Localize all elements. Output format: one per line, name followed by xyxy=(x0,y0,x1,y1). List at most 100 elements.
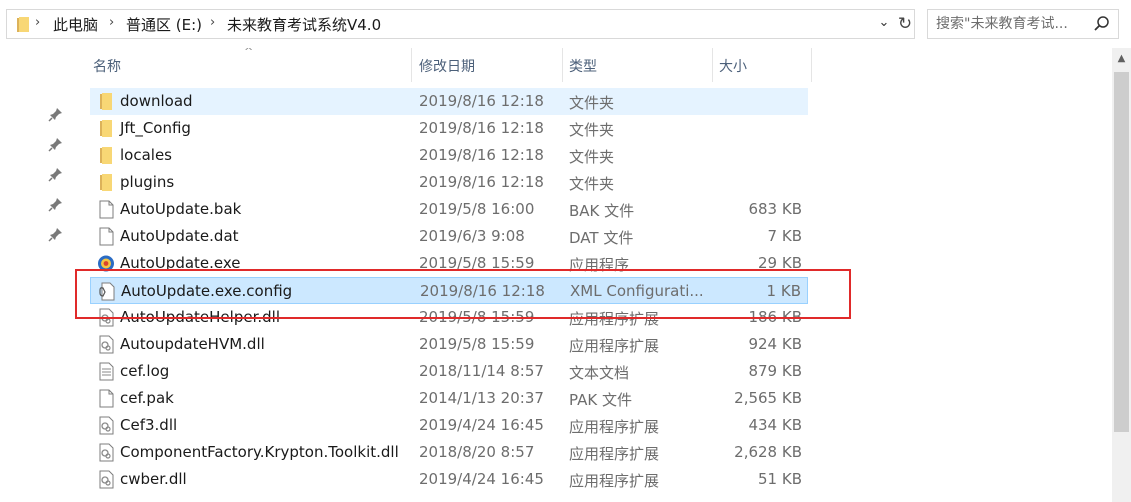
file-name: Cef3.dll xyxy=(120,416,178,434)
file-modified-date: 2019/8/16 12:18 xyxy=(419,173,544,191)
column-divider[interactable] xyxy=(811,48,812,82)
dll-icon xyxy=(97,470,115,489)
file-modified-date: 2019/5/8 15:59 xyxy=(419,335,535,353)
file-modified-date: 2019/8/16 12:18 xyxy=(419,146,544,164)
file-name: AutoupdateHVM.dll xyxy=(120,335,265,353)
file-type: 文本文档 xyxy=(569,364,630,382)
file-name: cef.pak xyxy=(120,389,174,407)
dll-icon xyxy=(97,335,115,354)
search-icon[interactable] xyxy=(1093,14,1111,34)
file-row[interactable]: cef.pak 2014/1/13 20:37 PAK 文件 2,565 KB xyxy=(90,385,808,412)
text-file-icon xyxy=(97,362,115,381)
file-size: 879 KB xyxy=(748,362,802,380)
file-modified-date: 2018/11/14 8:57 xyxy=(419,362,544,380)
file-modified-date: 2014/1/13 20:37 xyxy=(419,389,544,407)
file-type: 文件夹 xyxy=(569,148,615,166)
dll-icon xyxy=(97,443,115,462)
file-name: download xyxy=(120,92,193,110)
breadcrumb-folder[interactable]: 未来教育考试系统V4.0 xyxy=(227,14,381,35)
file-size: 2,565 KB xyxy=(734,389,802,407)
breadcrumb-chevron-icon[interactable]: › xyxy=(35,15,40,30)
file-name: plugins xyxy=(120,173,175,191)
address-bar[interactable]: › 此电脑 › 普通区 (E:) › 未来教育考试系统V4.0 ⌄ ↻ xyxy=(6,9,915,39)
pin-icon[interactable] xyxy=(48,106,64,122)
file-size: 924 KB xyxy=(748,335,802,353)
file-size: 2,628 KB xyxy=(734,443,802,461)
address-dropdown-icon[interactable]: ⌄ xyxy=(876,15,892,33)
address-bar-row: › 此电脑 › 普通区 (E:) › 未来教育考试系统V4.0 ⌄ ↻ xyxy=(0,0,1131,48)
sort-ascending-icon: ^ xyxy=(244,48,254,58)
column-header-name[interactable]: 名称 xyxy=(93,56,121,76)
refresh-icon[interactable]: ↻ xyxy=(896,14,914,34)
file-type: 文件夹 xyxy=(569,121,615,139)
file-name: ComponentFactory.Krypton.Toolkit.dll xyxy=(120,443,399,461)
file-row[interactable]: AutoupdateHVM.dll 2019/5/8 15:59 应用程序扩展 924… xyxy=(90,331,808,358)
file-icon xyxy=(97,389,115,408)
file-name: locales xyxy=(120,146,172,164)
file-name: AutoUpdate.dat xyxy=(120,227,239,245)
file-type: 应用程序扩展 xyxy=(569,472,660,490)
breadcrumb-chevron-icon[interactable]: › xyxy=(210,15,215,30)
file-row[interactable]: ComponentFactory.Krypton.Toolkit.dll 2018… xyxy=(90,439,808,466)
column-header-date[interactable]: 修改日期 xyxy=(419,56,475,76)
search-box[interactable] xyxy=(927,9,1119,39)
file-type: BAK 文件 xyxy=(569,202,635,220)
file-name: AutoUpdate.bak xyxy=(120,200,242,218)
file-modified-date: 2019/5/8 16:00 xyxy=(419,200,535,218)
folder-icon xyxy=(17,17,29,32)
column-divider[interactable] xyxy=(411,48,412,82)
file-row[interactable]: locales 2019/8/16 12:18 文件夹 xyxy=(90,142,808,169)
pin-icon[interactable] xyxy=(48,226,64,242)
dll-icon xyxy=(97,416,115,435)
file-row[interactable]: Cef3.dll 2019/4/24 16:45 应用程序扩展 434 KB xyxy=(90,412,808,439)
column-divider[interactable] xyxy=(712,48,713,82)
file-row[interactable]: download 2019/8/16 12:18 文件夹 xyxy=(90,88,808,115)
navigation-pane xyxy=(0,48,76,502)
column-divider[interactable] xyxy=(562,48,563,82)
file-name: Jft_Config xyxy=(120,119,191,137)
scrollbar-thumb[interactable] xyxy=(1114,72,1129,432)
file-modified-date: 2019/4/24 16:45 xyxy=(419,416,544,434)
pin-icon[interactable] xyxy=(48,166,64,182)
folder-icon xyxy=(97,146,115,165)
file-name: cef.log xyxy=(120,362,170,380)
file-size: 434 KB xyxy=(748,416,802,434)
breadcrumb-drive[interactable]: 普通区 (E:) xyxy=(126,14,202,35)
file-type: 应用程序扩展 xyxy=(569,337,660,355)
pin-icon[interactable] xyxy=(48,196,64,212)
file-icon xyxy=(97,227,115,246)
file-row[interactable]: AutoUpdate.dat 2019/6/3 9:08 DAT 文件 7 KB xyxy=(90,223,808,250)
file-modified-date: 2019/6/3 9:08 xyxy=(419,227,525,245)
annotation-highlight-box xyxy=(75,269,851,319)
file-type: PAK 文件 xyxy=(569,391,632,409)
file-icon xyxy=(97,200,115,219)
file-type: 文件夹 xyxy=(569,94,615,112)
file-modified-date: 2018/8/20 8:57 xyxy=(419,443,535,461)
file-size: 51 KB xyxy=(758,470,802,488)
breadcrumb-this-pc[interactable]: 此电脑 xyxy=(53,14,98,35)
file-row[interactable]: cwber.dll 2019/4/24 16:45 应用程序扩展 51 KB xyxy=(90,466,808,493)
column-header: ^ 名称 修改日期 类型 大小 xyxy=(76,48,1112,82)
search-input[interactable] xyxy=(936,15,1086,33)
file-modified-date: 2019/4/24 16:45 xyxy=(419,470,544,488)
file-type: 文件夹 xyxy=(569,175,615,193)
folder-icon xyxy=(97,173,115,192)
file-modified-date: 2019/8/16 12:18 xyxy=(419,119,544,137)
file-type: DAT 文件 xyxy=(569,229,634,247)
column-header-type[interactable]: 类型 xyxy=(569,56,597,76)
file-row[interactable]: plugins 2019/8/16 12:18 文件夹 xyxy=(90,169,808,196)
breadcrumb-chevron-icon[interactable]: › xyxy=(109,15,114,30)
column-header-size[interactable]: 大小 xyxy=(719,56,747,76)
file-row[interactable]: cef.log 2018/11/14 8:57 文本文档 879 KB xyxy=(90,358,808,385)
folder-icon xyxy=(97,92,115,111)
file-size: 7 KB xyxy=(767,227,802,245)
vertical-scrollbar[interactable]: ▲ xyxy=(1112,48,1131,502)
file-row[interactable]: AutoUpdate.bak 2019/5/8 16:00 BAK 文件 683 KB xyxy=(90,196,808,223)
file-row[interactable]: Jft_Config 2019/8/16 12:18 文件夹 xyxy=(90,115,808,142)
scroll-up-icon[interactable]: ▲ xyxy=(1112,48,1131,70)
folder-icon xyxy=(97,119,115,138)
file-name: cwber.dll xyxy=(120,470,187,488)
file-type: 应用程序扩展 xyxy=(569,445,660,463)
file-modified-date: 2019/8/16 12:18 xyxy=(419,92,544,110)
pin-icon[interactable] xyxy=(48,136,64,152)
